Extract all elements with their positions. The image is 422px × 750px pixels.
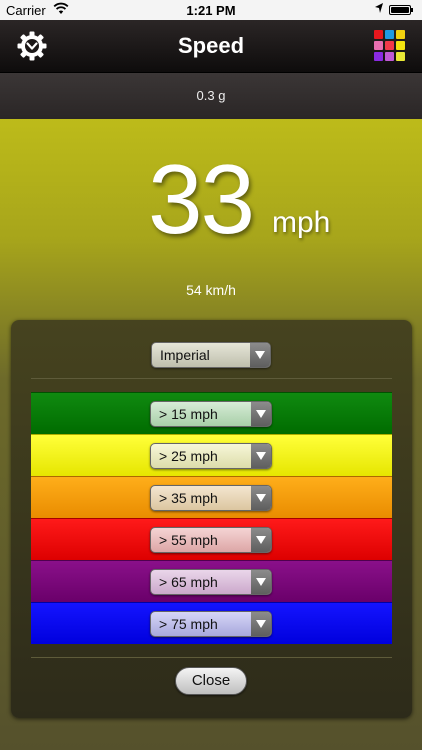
band-threshold-label: > 55 mph <box>159 532 218 548</box>
location-arrow-icon <box>374 2 384 17</box>
color-palette-icon <box>373 29 407 63</box>
band-threshold-label: > 65 mph <box>159 574 218 590</box>
chevron-down-icon <box>251 528 271 552</box>
band-row: > 75 mph <box>31 602 392 644</box>
band-threshold-select[interactable]: > 25 mph <box>150 443 272 469</box>
chevron-down-icon <box>251 486 271 510</box>
page-title: Speed <box>177 33 245 58</box>
chevron-down-icon <box>251 570 271 594</box>
close-button[interactable]: Close <box>175 667 247 695</box>
status-time: 1:21 PM <box>186 3 236 18</box>
battery-icon <box>389 5 413 15</box>
gforce-bar: 0.3 g <box>0 73 422 119</box>
band-threshold-label: > 75 mph <box>159 616 218 632</box>
band-threshold-label: > 25 mph <box>159 448 218 464</box>
color-palette-button[interactable] <box>373 29 407 63</box>
band-row: > 55 mph <box>31 518 392 560</box>
settings-panel: Imperial > 15 mph > 25 mph > 35 mph > 55 <box>11 320 412 718</box>
band-threshold-select[interactable]: > 65 mph <box>150 569 272 595</box>
speed-bands: > 15 mph > 25 mph > 35 mph > 55 mph > 65… <box>31 392 392 644</box>
units-select[interactable]: Imperial <box>151 342 271 368</box>
divider <box>31 657 392 658</box>
divider <box>31 378 392 379</box>
band-row: > 15 mph <box>31 392 392 434</box>
band-row: > 35 mph <box>31 476 392 518</box>
units-select-label: Imperial <box>160 347 210 363</box>
band-threshold-label: > 35 mph <box>159 490 218 506</box>
band-threshold-label: > 15 mph <box>159 406 218 422</box>
chevron-down-icon <box>251 612 271 636</box>
band-threshold-select[interactable]: > 35 mph <box>150 485 272 511</box>
band-row: > 25 mph <box>31 434 392 476</box>
band-threshold-select[interactable]: > 15 mph <box>150 401 272 427</box>
nav-bar: Speed <box>0 20 422 73</box>
status-bar: Carrier 1:21 PM <box>0 0 422 20</box>
band-threshold-select[interactable]: > 75 mph <box>150 611 272 637</box>
band-threshold-select[interactable]: > 55 mph <box>150 527 272 553</box>
chevron-down-icon <box>251 444 271 468</box>
chevron-down-icon <box>250 343 270 367</box>
speed-unit: mph <box>272 206 331 239</box>
chevron-down-icon <box>251 402 271 426</box>
gforce-value: 0.3 g <box>196 88 226 103</box>
speed-value: 33 <box>148 144 255 254</box>
speed-secondary: 54 km/h <box>186 282 236 298</box>
band-row: > 65 mph <box>31 560 392 602</box>
